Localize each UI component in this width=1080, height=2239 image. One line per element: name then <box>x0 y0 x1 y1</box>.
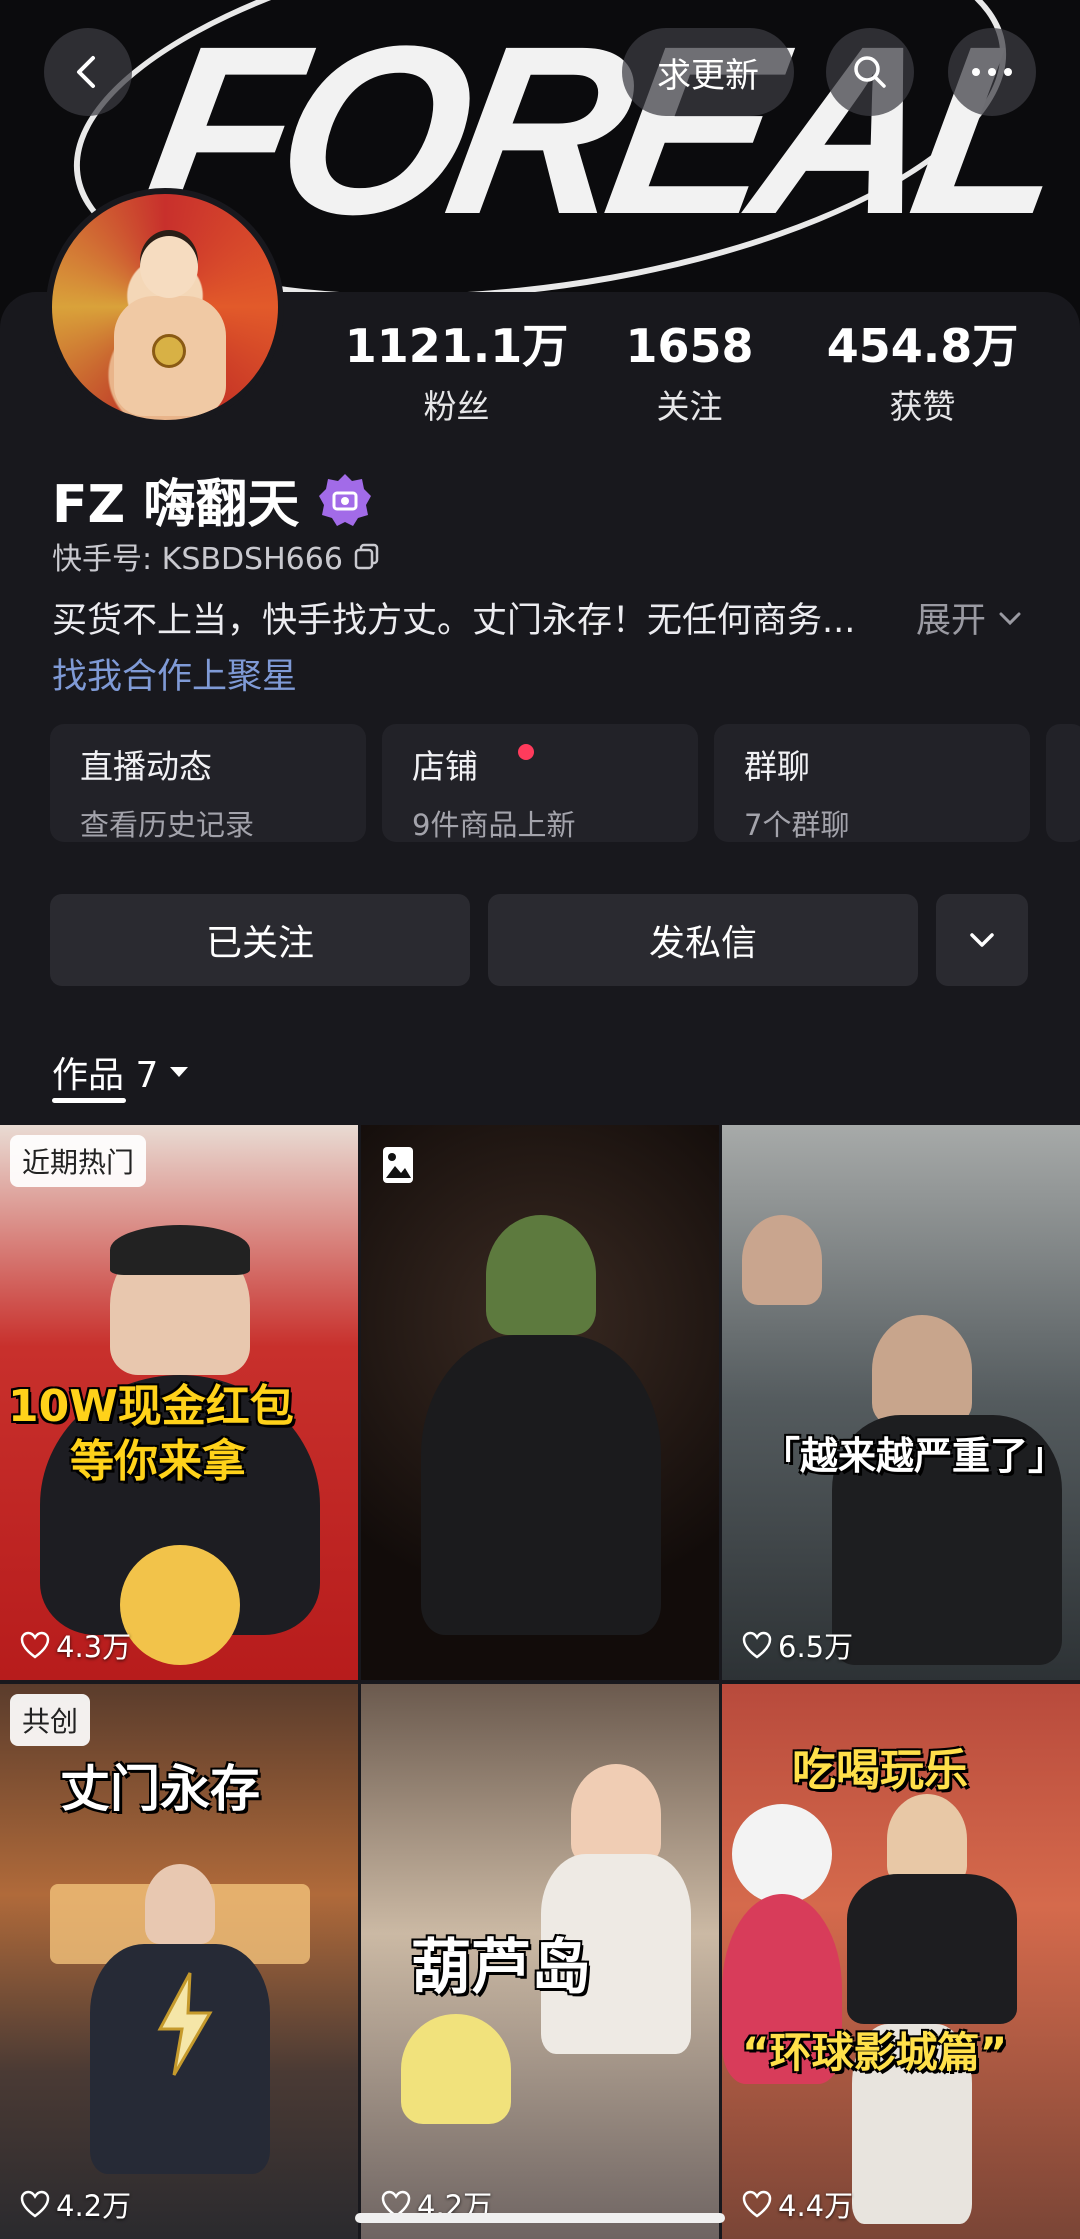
avatar[interactable] <box>46 188 284 426</box>
hot-badge: 近期热门 <box>10 1135 147 1187</box>
video-tile[interactable]: 吃喝玩乐 “环球影城篇” 4.4万 <box>722 1684 1080 2239</box>
entry-live-history[interactable]: 直播动态 查看历史记录 <box>50 724 366 842</box>
video-tile[interactable]: 丈门永存 共创 4.2万 <box>0 1684 358 2239</box>
tile-overlay-text-2: “环球影城篇” <box>742 2028 1008 2077</box>
tile-mask-head <box>486 1215 596 1335</box>
tile-overlay-text: 「越来越严重了」 <box>762 1434 1067 1478</box>
profile-actions: 已关注 发私信 <box>50 894 1028 986</box>
like-count-text: 4.2万 <box>56 2189 132 2223</box>
stat-value: 1121.1万 <box>344 319 569 373</box>
stat-label: 获赞 <box>889 387 956 426</box>
tile-panda-head <box>732 1804 832 1904</box>
search-button[interactable] <box>826 28 914 116</box>
tab-works-label: 作品 7 <box>52 1055 159 1096</box>
request-update-button[interactable]: 求更新 <box>622 28 794 116</box>
kuaishou-id[interactable]: 快手号: KSBDSH666 <box>52 534 381 578</box>
like-count: 6.5万 <box>742 1624 853 1666</box>
works-grid: 10W现金红包 等你来拿 近期热门 4.3万 「越来越严重了」 6.5万 丈门永… <box>0 1125 1080 2239</box>
verify-icon[interactable] <box>317 472 373 528</box>
heart-icon <box>742 2190 772 2218</box>
notify-dot <box>518 744 534 760</box>
chevron-down-icon <box>999 612 1021 625</box>
stat-value: 1658 <box>625 319 754 373</box>
entry-subtitle: 7个群聊 <box>744 808 850 842</box>
banner-text: FOREAL <box>126 0 1077 264</box>
tile-overlay-text-2: 等你来拿 <box>70 1436 246 1487</box>
stat-followers[interactable]: 1121.1万 粉丝 <box>340 318 573 428</box>
tile-person <box>742 1215 822 1305</box>
cooperation-link[interactable]: 找我合作上聚星 <box>52 648 297 699</box>
profile-stats: 1121.1万 粉丝 1658 关注 454.8万 获赞 <box>340 318 1040 428</box>
bio-text: 买货不上当，快手找方丈。丈门永存！无任何商务... <box>52 601 856 641</box>
triangle-down-icon <box>170 1067 189 1077</box>
bio: 买货不上当，快手找方丈。丈门永存！无任何商务... 展开 <box>52 592 1052 643</box>
entry-more-partial[interactable] <box>1046 724 1080 842</box>
search-icon <box>854 56 886 88</box>
stat-following[interactable]: 1658 关注 <box>573 318 806 428</box>
entry-subtitle: 查看历史记录 <box>80 808 255 842</box>
tile-person <box>401 2014 511 2124</box>
tile-person <box>887 1794 967 1884</box>
tile-overlay-text: 丈门永存 <box>60 1760 260 1818</box>
tile-person <box>872 1315 972 1425</box>
back-button[interactable] <box>44 28 132 116</box>
tile-figure-body <box>421 1335 661 1635</box>
bio-expand-button[interactable]: 展开 <box>916 592 1024 643</box>
more-button[interactable] <box>948 28 1036 116</box>
kuaishou-id-text: 快手号: KSBDSH666 <box>52 542 343 577</box>
like-count-text: 6.5万 <box>778 1630 854 1664</box>
profile-name: FZ 嗨翻天 <box>52 475 300 535</box>
like-count: 4.2万 <box>20 2183 131 2225</box>
stat-label: 关注 <box>656 387 723 426</box>
avatar-charm <box>152 334 186 368</box>
more-options-button[interactable] <box>936 894 1028 986</box>
tile-overlay-text: 吃喝玩乐 <box>792 1745 968 1796</box>
tile-overlay-text: 葫芦岛 <box>411 1933 591 2003</box>
heart-icon <box>20 2190 50 2218</box>
name-row: FZ 嗨翻天 <box>52 462 373 537</box>
like-count-text: 4.4万 <box>778 2189 854 2223</box>
tab-works[interactable]: 作品 7 <box>52 1046 190 1098</box>
like-count: 4.4万 <box>742 2183 853 2225</box>
followed-button[interactable]: 已关注 <box>50 894 470 986</box>
photo-icon <box>383 1147 413 1183</box>
video-tile[interactable]: 葫芦岛 4.2万 <box>361 1684 719 2239</box>
like-count: 4.3万 <box>20 1624 131 1666</box>
expand-label: 展开 <box>916 601 987 641</box>
send-message-button[interactable]: 发私信 <box>488 894 918 986</box>
stat-value: 454.8万 <box>826 319 1019 373</box>
copy-icon[interactable] <box>353 542 381 570</box>
home-indicator[interactable] <box>355 2213 725 2223</box>
entry-subtitle: 9件商品上新 <box>412 808 576 842</box>
back-icon <box>77 56 95 88</box>
photo-tile[interactable] <box>361 1125 719 1680</box>
tile-mascot <box>120 1545 240 1665</box>
entry-shop[interactable]: 店铺 9件商品上新 <box>382 724 698 842</box>
lightning-icon <box>157 1972 213 2076</box>
entry-group-chat[interactable]: 群聊 7个群聊 <box>714 724 1030 842</box>
avatar-figure-face <box>140 236 198 298</box>
heart-icon <box>20 1631 50 1659</box>
stat-likes[interactable]: 454.8万 获赞 <box>806 318 1039 428</box>
entry-title: 直播动态 <box>80 747 212 786</box>
tile-person <box>145 1864 215 1944</box>
heart-icon <box>742 1631 772 1659</box>
co-create-badge: 共创 <box>10 1694 91 1746</box>
more-icon <box>972 68 1012 76</box>
tile-person <box>571 1764 661 1864</box>
tile-person-body <box>847 1874 1017 2024</box>
profile-entries: 直播动态 查看历史记录 店铺 9件商品上新 群聊 7个群聊 <box>50 724 1080 842</box>
video-tile[interactable]: 「越来越严重了」 6.5万 <box>722 1125 1080 1680</box>
stat-label: 粉丝 <box>423 387 490 426</box>
entry-title: 群聊 <box>744 747 810 786</box>
chevron-down-icon <box>970 933 994 947</box>
video-tile[interactable]: 10W现金红包 等你来拿 近期热门 4.3万 <box>0 1125 358 1680</box>
tab-active-indicator <box>52 1098 126 1103</box>
entry-title: 店铺 <box>412 747 478 786</box>
tile-hat <box>110 1225 250 1275</box>
like-count-text: 4.3万 <box>56 1630 132 1664</box>
